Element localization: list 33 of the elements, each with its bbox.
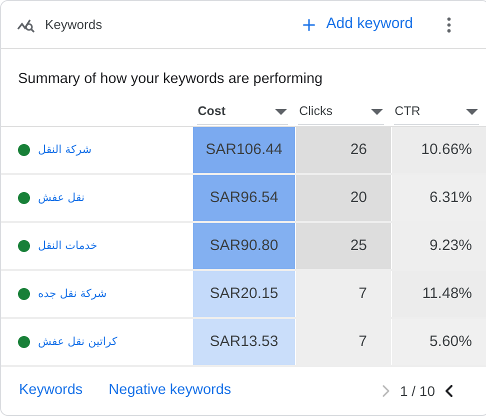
trend-search-icon — [17, 16, 37, 32]
footer-link[interactable]: Negative keywords — [108, 380, 232, 402]
dropdown-caret-icon — [370, 108, 383, 114]
column-selector[interactable]: Cost — [196, 99, 288, 125]
add-keyword-button[interactable]: Add keyword — [300, 13, 413, 36]
table-cell: 7 — [296, 319, 392, 365]
column-selector[interactable]: Clicks — [298, 99, 384, 125]
table-cell: 20 — [296, 175, 392, 221]
table-cell: 25 — [296, 223, 392, 269]
table-cell: SAR20.15 — [193, 271, 296, 317]
table-cell: 9.23% — [392, 223, 486, 269]
table-cell: 5.60% — [392, 319, 486, 365]
card-title: Keywords — [45, 16, 102, 34]
keyword-link[interactable]: نقل عفش — [38, 190, 85, 206]
table-cell: 10.66% — [392, 127, 486, 173]
table-cell: SAR106.44 — [193, 127, 296, 173]
page-indicator: 1 / 10 — [400, 382, 435, 400]
table-cell: 26 — [296, 127, 392, 173]
keyword-link[interactable]: خدمات النقل — [38, 238, 98, 254]
keyword-link[interactable]: شركة النقل — [38, 142, 92, 158]
table-cell: 6.31% — [392, 175, 486, 221]
column-selector[interactable]: CTR — [394, 99, 480, 125]
table-cell: SAR13.53 — [193, 319, 296, 365]
table-cell: 11.48% — [392, 271, 486, 317]
table-cell: SAR90.80 — [193, 223, 296, 269]
keyword-link[interactable]: شركة نقل جده — [38, 286, 107, 302]
dropdown-caret-icon — [275, 108, 288, 114]
keyword-link[interactable]: كراتين نقل عفش — [38, 334, 118, 350]
dropdown-caret-icon — [466, 108, 478, 114]
footer-link[interactable]: Keywords — [19, 380, 83, 402]
table-cell: SAR96.54 — [193, 175, 296, 221]
table-cell: 7 — [296, 271, 392, 317]
summary-text: Summary of how your keywords are performing — [18, 71, 323, 87]
